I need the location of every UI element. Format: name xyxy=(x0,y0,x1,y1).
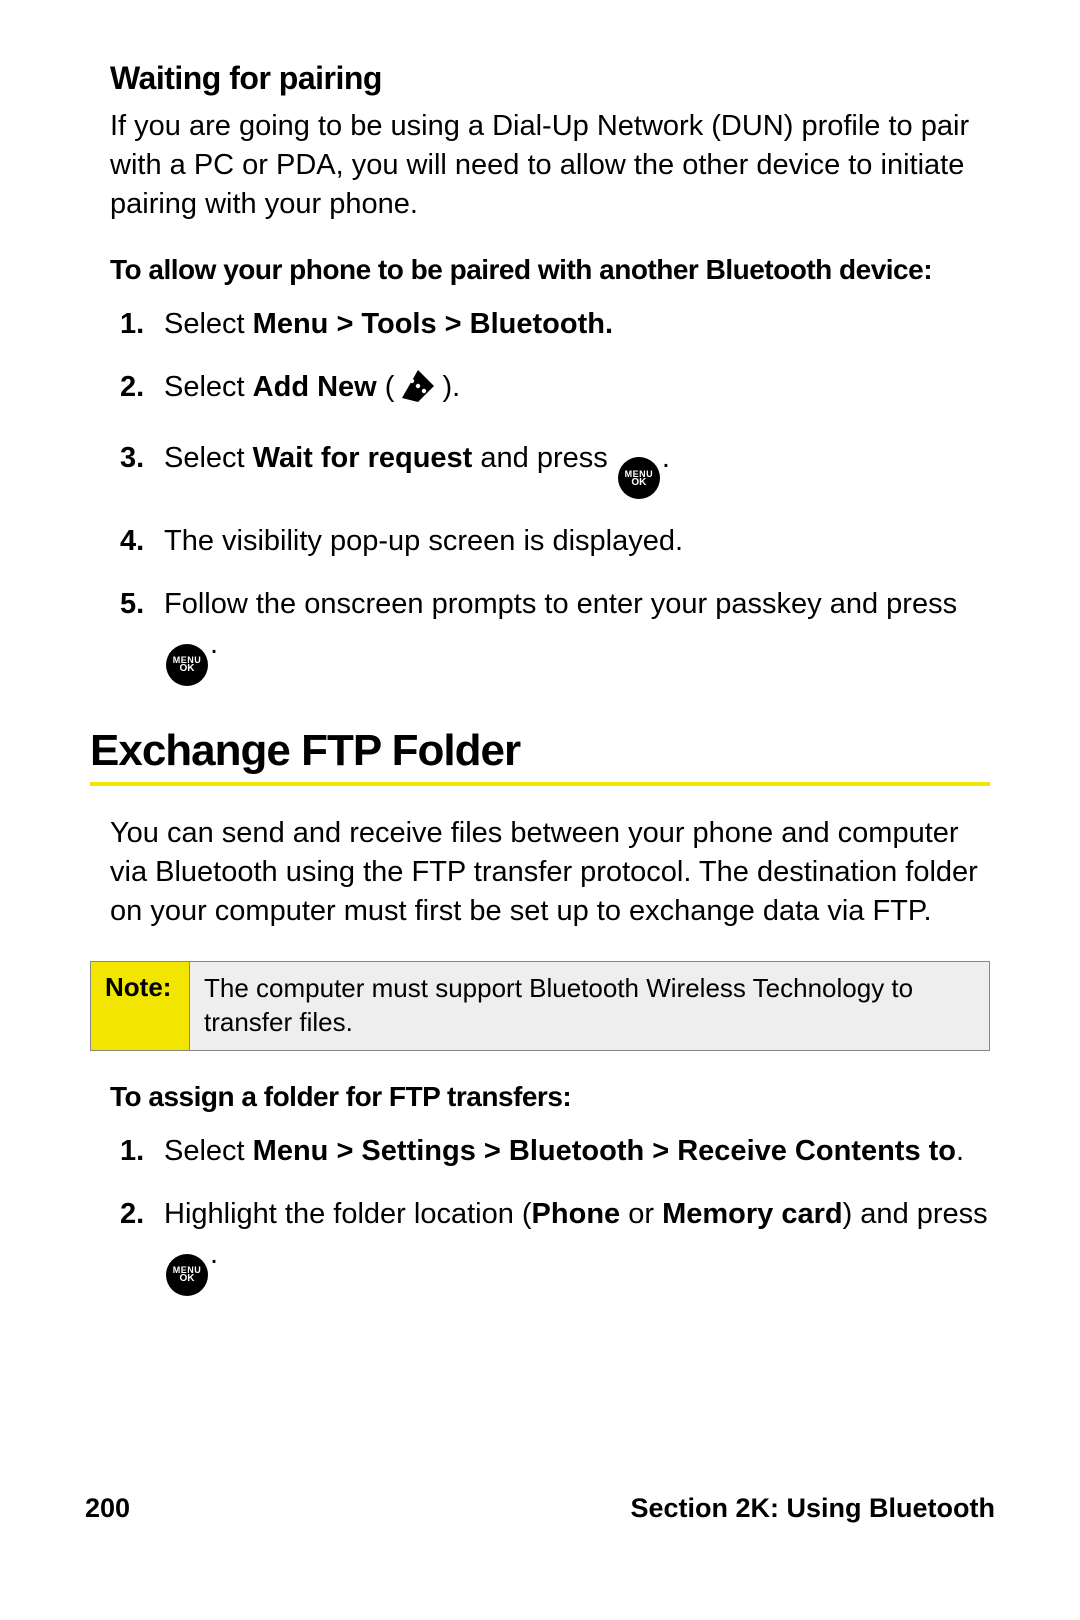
step-text: ) and press xyxy=(843,1198,988,1230)
step-bold: Phone xyxy=(532,1198,621,1230)
step-text: Select xyxy=(164,308,253,340)
procedure-heading-2: To assign a folder for FTP transfers: xyxy=(110,1081,990,1113)
procedure-steps-1: Select Menu > Tools > Bluetooth. Select … xyxy=(110,304,990,685)
step-text: Select xyxy=(164,371,253,403)
manual-page: Waiting for pairing If you are going to … xyxy=(0,0,1080,1620)
note-box: Note: The computer must support Bluetoot… xyxy=(90,961,990,1051)
step-text: and press xyxy=(472,442,615,474)
step-text: Select xyxy=(164,1135,253,1167)
step-item: Select Menu > Tools > Bluetooth. xyxy=(110,304,990,345)
step-text: . xyxy=(956,1135,964,1167)
procedure-steps-2: Select Menu > Settings > Bluetooth > Rec… xyxy=(110,1131,990,1296)
step-text: The visibility pop-up screen is displaye… xyxy=(164,525,683,557)
step-text: or xyxy=(620,1198,662,1230)
menu-ok-icon: MENUOK xyxy=(618,457,660,499)
step-text: ( xyxy=(377,371,395,403)
step-item: Select Wait for request and press MENUOK… xyxy=(110,438,990,500)
step-item: Follow the onscreen prompts to enter you… xyxy=(110,584,990,686)
step-text: . xyxy=(662,442,670,474)
step-text: Follow the onscreen prompts to enter you… xyxy=(164,588,957,620)
section-rule xyxy=(90,782,990,786)
section-title: Exchange FTP Folder xyxy=(90,726,990,776)
step-bold: Add New xyxy=(253,371,377,403)
page-footer: 200 Section 2K: Using Bluetooth xyxy=(85,1493,995,1524)
step-item: The visibility pop-up screen is displaye… xyxy=(110,521,990,562)
step-item: Highlight the folder location (Phone or … xyxy=(110,1194,990,1296)
menu-ok-icon: MENUOK xyxy=(166,1254,208,1296)
section-label: Section 2K: Using Bluetooth xyxy=(631,1493,996,1524)
step-text: . xyxy=(210,1238,218,1270)
intro-paragraph: If you are going to be using a Dial-Up N… xyxy=(110,107,990,224)
step-bold: Menu > Tools > Bluetooth. xyxy=(253,308,613,340)
note-text: The computer must support Bluetooth Wire… xyxy=(190,962,989,1050)
step-text: Highlight the folder location ( xyxy=(164,1198,532,1230)
step-text: . xyxy=(210,628,218,660)
add-new-icon xyxy=(398,368,438,416)
step-text: Select xyxy=(164,442,253,474)
procedure-heading-1: To allow your phone to be paired with an… xyxy=(110,254,990,286)
step-item: Select Menu > Settings > Bluetooth > Rec… xyxy=(110,1131,990,1172)
section-intro: You can send and receive files between y… xyxy=(110,814,990,931)
menu-ok-icon: MENUOK xyxy=(166,644,208,686)
step-bold: Wait for request xyxy=(253,442,473,474)
note-label: Note: xyxy=(91,962,190,1050)
step-text: ). xyxy=(442,371,460,403)
page-number: 200 xyxy=(85,1493,130,1524)
subsection-heading: Waiting for pairing xyxy=(110,60,990,97)
step-bold: Menu > Settings > Bluetooth > Receive Co… xyxy=(253,1135,956,1167)
step-bold: Memory card xyxy=(662,1198,843,1230)
step-item: Select Add New (). xyxy=(110,367,990,416)
